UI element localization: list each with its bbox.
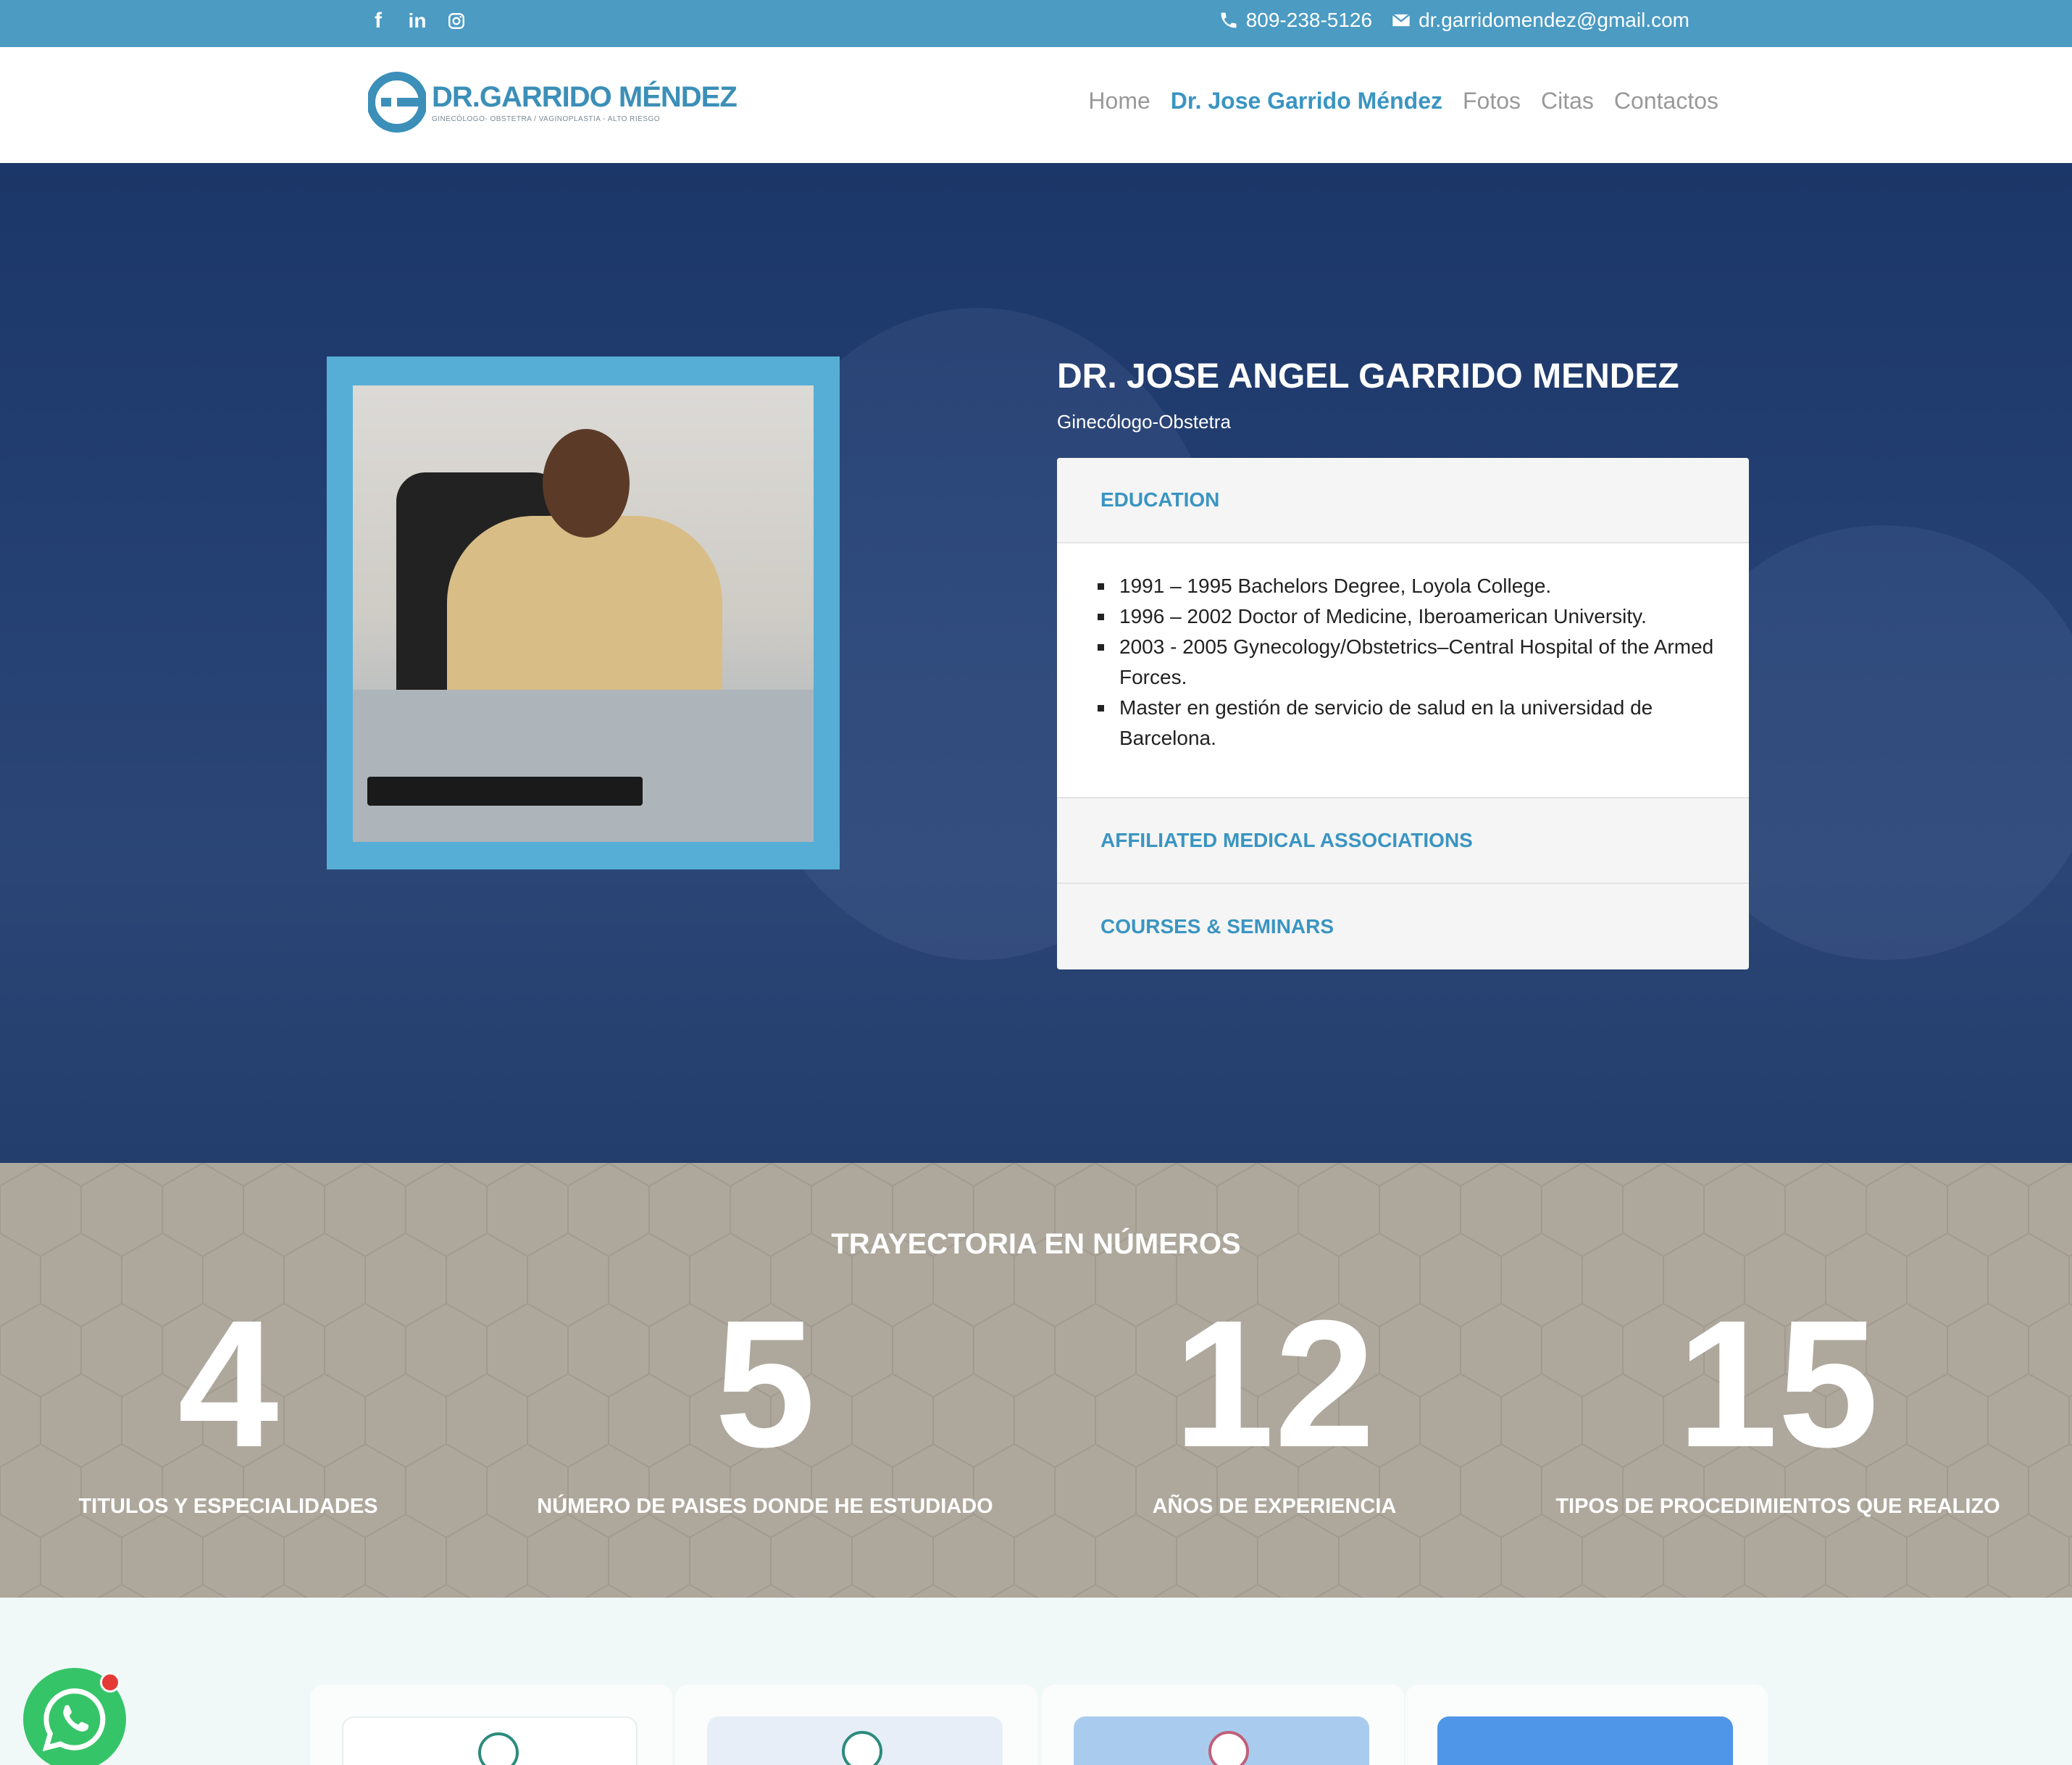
education-item: 2003 - 2005 Gynecology/Obstetrics–Centra…: [1098, 632, 1720, 693]
service-illustration: [1074, 1716, 1369, 1765]
stat-item: 15 TIPOS DE PROCEDIMIENTOS QUE REALIZO: [1532, 1293, 2024, 1519]
stat-label: TITULOS Y ESPECIALIDADES: [78, 1495, 378, 1518]
nav-dr-jose-garrido-mendez[interactable]: Dr. Jose Garrido Méndez: [1171, 88, 1442, 114]
service-card[interactable]: [1042, 1685, 1404, 1765]
site-header: DR.GARRIDO MÉNDEZ GINECÓLOGO- OBSTETRA /…: [0, 47, 2072, 163]
accordion-education[interactable]: EDUCATION: [1057, 458, 1749, 543]
facebook-icon[interactable]: f: [368, 7, 388, 35]
stats-section: TRAYECTORIA EN NÚMEROS 4 TITULOS Y ESPEC…: [0, 1163, 2072, 1598]
whatsapp-icon: [42, 1688, 106, 1752]
stat-label: AÑOS DE EXPERIENCIA: [1152, 1495, 1397, 1518]
accordion-courses-seminars[interactable]: COURSES & SEMINARS: [1057, 884, 1749, 969]
logo-g-icon: [368, 72, 426, 133]
education-content: 1991 – 1995 Bachelors Degree, Loyola Col…: [1057, 543, 1749, 798]
nav-citas[interactable]: Citas: [1541, 88, 1594, 114]
service-illustration: [1437, 1716, 1733, 1765]
logo-tagline: GINECÓLOGO- OBSTETRA / VAGINOPLASTIA - A…: [432, 115, 661, 123]
profile-accordion: EDUCATION 1991 – 1995 Bachelors Degree, …: [1057, 458, 1749, 969]
service-card[interactable]: [1405, 1685, 1768, 1765]
hero-section: DR. JOSE ANGEL GARRIDO MENDEZ Ginecólogo…: [0, 163, 2072, 1163]
nav-home[interactable]: Home: [1088, 88, 1150, 114]
education-item: 1996 – 2002 Doctor of Medicine, Iberoame…: [1098, 601, 1720, 632]
logo-name: DR.GARRIDO MÉNDEZ: [432, 81, 738, 113]
stat-item: 5 NÚMERO DE PAISES DONDE HE ESTUDIADO: [519, 1293, 1011, 1519]
phone-icon: [1221, 12, 1237, 28]
envelope-icon: [1392, 13, 1411, 27]
doctor-photo-frame: [327, 356, 840, 869]
service-illustration: [707, 1716, 1003, 1765]
education-item: 1991 – 1995 Bachelors Degree, Loyola Col…: [1098, 571, 1720, 601]
email-address: dr.garridomendez@gmail.com: [1419, 9, 1689, 31]
instagram-icon[interactable]: [446, 7, 467, 35]
doctor-photo: [353, 385, 814, 842]
stat-item: 4 TITULOS Y ESPECIALIDADES: [0, 1293, 475, 1519]
services-section: [0, 1598, 2072, 1765]
phone-number: 809-238-5126: [1245, 9, 1373, 31]
email-link[interactable]: dr.garridomendez@gmail.com: [1391, 9, 1689, 32]
stat-label: NÚMERO DE PAISES DONDE HE ESTUDIADO: [537, 1495, 993, 1518]
site-logo[interactable]: DR.GARRIDO MÉNDEZ GINECÓLOGO- OBSTETRA /…: [368, 70, 738, 134]
main-nav: Home Dr. Jose Garrido Méndez Fotos Citas…: [1088, 88, 1718, 114]
phone-link[interactable]: 809-238-5126: [1219, 9, 1372, 32]
social-links: f in: [368, 7, 467, 35]
nav-contactos[interactable]: Contactos: [1614, 88, 1718, 114]
stat-item: 12 AÑOS DE EXPERIENCIA: [1028, 1293, 1521, 1519]
linkedin-icon[interactable]: in: [407, 7, 427, 35]
notification-badge: [100, 1672, 120, 1693]
education-item: Master en gestión de servicio de salud e…: [1098, 693, 1720, 754]
stat-value: 4: [177, 1282, 279, 1485]
top-bar: f in 809-238-5126 dr.garridomendez@gmail…: [0, 0, 2072, 47]
contact-info: 809-238-5126 dr.garridomendez@gmail.com: [1219, 9, 1689, 32]
stat-value: 15: [1676, 1282, 1879, 1485]
doctor-role: Ginecólogo-Obstetra: [1057, 411, 1231, 433]
accordion-affiliated-associations[interactable]: AFFILIATED MEDICAL ASSOCIATIONS: [1057, 798, 1749, 884]
stat-label: TIPOS DE PROCEDIMIENTOS QUE REALIZO: [1555, 1495, 2000, 1518]
service-card[interactable]: [675, 1685, 1037, 1765]
stat-value: 5: [714, 1282, 816, 1485]
nav-fotos[interactable]: Fotos: [1463, 88, 1521, 114]
service-illustration: [342, 1716, 638, 1765]
stat-value: 12: [1173, 1282, 1376, 1485]
doctor-name: DR. JOSE ANGEL GARRIDO MENDEZ: [1057, 357, 1679, 396]
service-card[interactable]: [310, 1685, 672, 1765]
stats-title: TRAYECTORIA EN NÚMEROS: [831, 1228, 1241, 1260]
